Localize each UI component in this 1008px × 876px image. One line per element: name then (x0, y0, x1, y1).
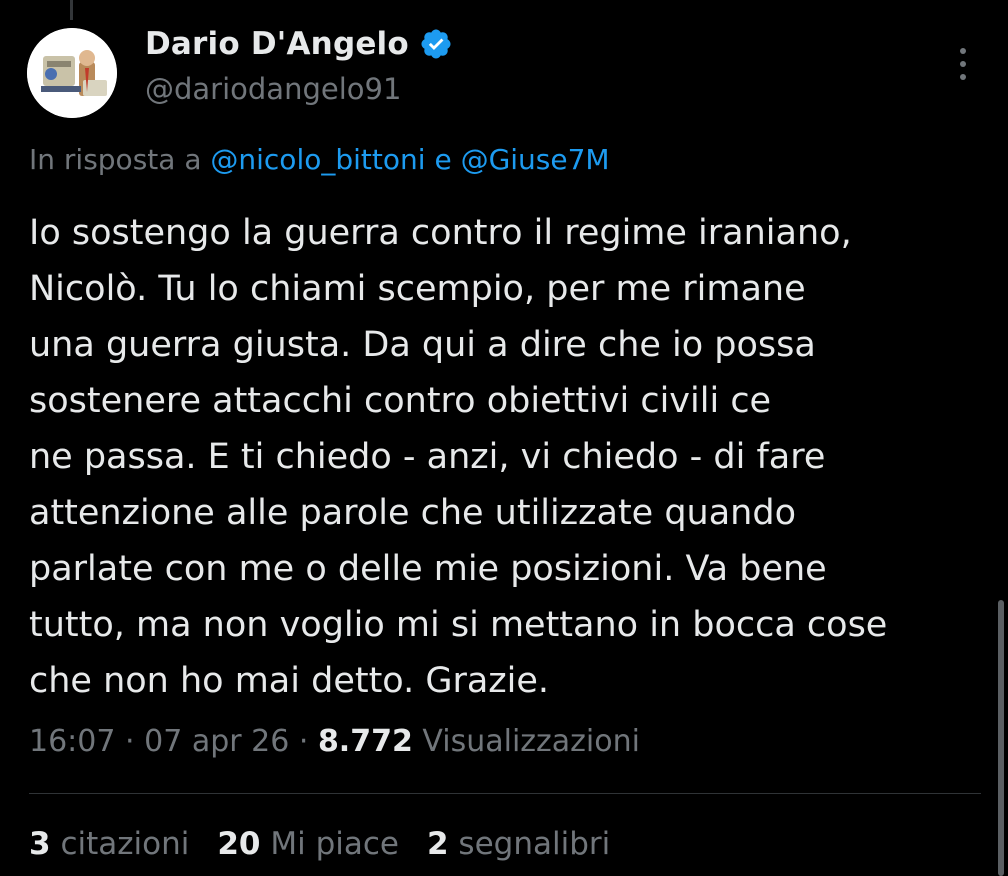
quotes-stat[interactable]: 3 citazioni (29, 826, 189, 862)
author-handle[interactable]: @dariodangelo91 (145, 72, 401, 106)
tweet-text: Io sostengo la guerra contro il regime i… (29, 205, 989, 709)
thread-connector-line (70, 0, 73, 20)
bookmarks-count: 2 (426, 826, 449, 862)
more-vertical-icon-dot (960, 74, 966, 80)
bookmarks-label: segnalibri (458, 826, 611, 862)
more-vertical-icon-dot (960, 61, 966, 67)
mention-link[interactable]: @Giuse7M (461, 143, 610, 176)
tweet-text-line: parlate con me o delle mie posizioni. Va… (29, 549, 827, 589)
display-name[interactable]: Dario D'Angelo (145, 26, 409, 62)
tweet-text-line: sostenere attacchi contro obiettivi civi… (29, 381, 772, 421)
views-count: 8.772 (317, 724, 413, 759)
more-options-button[interactable] (946, 44, 980, 84)
tweet-text-line: ne passa. E ti chiedo - anzi, vi chiedo … (29, 437, 826, 477)
meta-separator: · (125, 724, 135, 759)
tweet-time[interactable]: 16:07 (29, 724, 115, 759)
views-label: Visualizzazioni (422, 724, 640, 759)
tweet-text-line: attenzione alle parole che utilizzate qu… (29, 493, 796, 533)
meta-separator: · (298, 724, 309, 759)
tweet-meta: 16:07 · 07 apr 26 · 8.772 Visualizzazion… (29, 724, 640, 759)
divider (29, 793, 981, 794)
tweet-text-line: che non ho mai detto. Grazie. (29, 661, 550, 701)
reply-prefix: In risposta a (29, 143, 202, 176)
mention-link[interactable]: @nicolo_bittoni (210, 143, 425, 176)
quotes-count: 3 (29, 826, 51, 862)
more-vertical-icon (960, 48, 966, 54)
scrollbar[interactable] (998, 600, 1004, 876)
reply-conjunction: e (434, 143, 452, 176)
bookmarks-stat[interactable]: 2 segnalibri (427, 826, 610, 862)
likes-count: 20 (217, 826, 261, 862)
likes-stat[interactable]: 20 Mi piace (217, 826, 399, 862)
tweet-text-line: tutto, ma non voglio mi si mettano in bo… (29, 605, 888, 645)
tweet-text-line: Io sostengo la guerra contro il regime i… (29, 213, 852, 253)
likes-label: Mi piace (270, 826, 399, 862)
tweet-date[interactable]: 07 apr 26 (144, 724, 289, 759)
avatar[interactable] (27, 28, 117, 118)
reply-context: In risposta a @nicolo_bittoni e @Giuse7M (29, 143, 610, 176)
avatar-illustration (27, 28, 117, 118)
quotes-label: citazioni (60, 826, 190, 862)
verified-badge-icon (419, 27, 453, 61)
tweet-text-line: Nicolò. Tu lo chiami scempio, per me rim… (29, 269, 806, 309)
tweet-text-line: una guerra giusta. Da qui a dire che io … (29, 325, 816, 365)
author-name-row[interactable]: Dario D'Angelo (145, 26, 453, 62)
engagement-stats: 3 citazioni 20 Mi piace 2 segnalibri (29, 826, 610, 862)
